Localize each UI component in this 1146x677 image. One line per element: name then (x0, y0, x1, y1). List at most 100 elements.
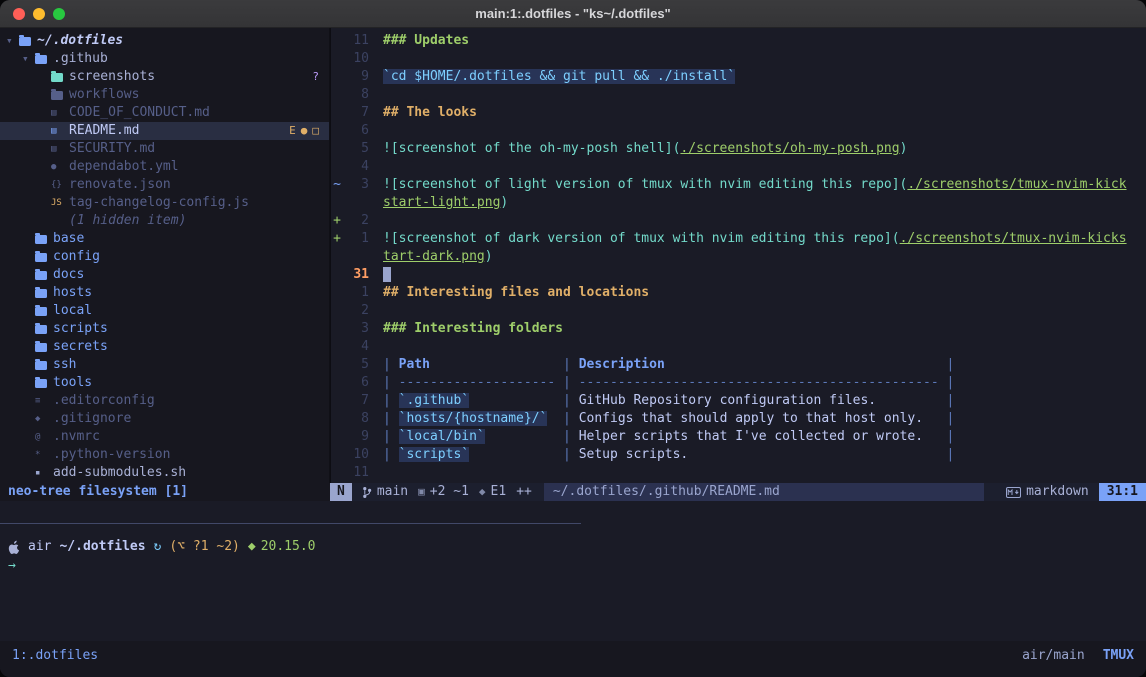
tree-item-github[interactable]: ▾ .github (0, 50, 329, 68)
status-marker: E (289, 122, 296, 140)
tree-item-label: config (53, 248, 100, 266)
line-number: 9 (343, 428, 369, 446)
tree-item-label: add-submodules.sh (53, 464, 186, 482)
editor-line[interactable]: 6 (331, 122, 1146, 140)
gutter-sign: + (331, 230, 343, 248)
editor-line[interactable]: 31 (331, 266, 1146, 284)
editor-line[interactable]: 4 (331, 158, 1146, 176)
text-segment: ![screenshot of light version of tmux wi… (383, 177, 907, 192)
line-text: | `scripts` | Setup scripts. | (383, 446, 954, 464)
tree-item-add-submodules-sh[interactable]: ▪add-submodules.sh (0, 464, 329, 482)
tree-item-label: .github (53, 50, 108, 68)
editor-line[interactable]: tart-dark.png) (331, 248, 1146, 266)
editor-line[interactable]: 7| `.github` | GitHub Repository configu… (331, 392, 1146, 410)
editor-line[interactable]: 2 (331, 302, 1146, 320)
tmux-status-bar: 1:.dotfiles air/main TMUX (0, 641, 1146, 677)
editor-pane[interactable]: 11### Updates109`cd $HOME/.dotfiles && g… (330, 28, 1146, 483)
text-segment: | -------------------- | ---------------… (383, 375, 954, 390)
tree-item-config[interactable]: config (0, 248, 329, 266)
tree-item-gitignore[interactable]: ◆.gitignore (0, 410, 329, 428)
tree-item-hosts[interactable]: hosts (0, 284, 329, 302)
tree-item-label: docs (53, 266, 84, 284)
tmux-window-tab[interactable]: 1:.dotfiles (12, 647, 98, 665)
file-icon: ▤ (51, 104, 69, 122)
tree-item-label: workflows (69, 86, 139, 104)
tree-item-scripts[interactable]: scripts (0, 320, 329, 338)
neo-tree-sidebar: ▾~/.dotfiles▾ .githubscreenshots?workflow… (0, 28, 330, 483)
tree-item-docs[interactable]: docs (0, 266, 329, 284)
expander-icon[interactable]: ▾ (6, 32, 19, 50)
editor-line[interactable]: 10| `scripts` | Setup scripts. | (331, 446, 1146, 464)
diagnostics: ◆ E1 (479, 483, 506, 501)
editor-line[interactable]: 10 (331, 50, 1146, 68)
editor-line[interactable]: 1 ## Interesting files and locations (331, 284, 1146, 302)
minimize-button[interactable] (33, 8, 45, 20)
line-text: ## The looks (383, 104, 477, 122)
text-segment: Helper scripts that I've collected or wr… (579, 429, 923, 444)
tree-item-label: local (53, 302, 92, 320)
tree-item-python-version[interactable]: *.python-version (0, 446, 329, 464)
tree-item-base[interactable]: base (0, 230, 329, 248)
editor-line[interactable]: 8| `hosts/{hostname}/` | Configs that sh… (331, 410, 1146, 428)
editor-line[interactable]: +1![screenshot of dark version of tmux w… (331, 230, 1146, 248)
tree-item-security-md[interactable]: ▤SECURITY.md (0, 140, 329, 158)
editor-line[interactable]: 11 (331, 464, 1146, 482)
tree-item-label: .nvmrc (53, 428, 100, 446)
tree-item-editorconfig[interactable]: ≡.editorconfig (0, 392, 329, 410)
line-text: ![screenshot of dark version of tmux wit… (383, 230, 1127, 248)
text-segment: | (555, 411, 578, 426)
close-button[interactable] (13, 8, 25, 20)
tree-item-secrets[interactable]: secrets (0, 338, 329, 356)
line-text: `cd $HOME/.dotfiles && git pull && ./ins… (383, 68, 735, 86)
text-segment: | (939, 447, 955, 462)
tmux-pane-border[interactable] (0, 523, 581, 524)
text-segment: | (383, 393, 399, 408)
line-number: 3 (343, 320, 369, 338)
text-segment: | (555, 393, 578, 408)
editor-line[interactable]: start-light.png) (331, 194, 1146, 212)
gutter-sign (331, 464, 343, 482)
tree-item-tools[interactable]: tools (0, 374, 329, 392)
tree-item-screenshots[interactable]: screenshots? (0, 68, 329, 86)
tree-item-1-hidden-item[interactable]: (1 hidden item) (0, 212, 329, 230)
line-text: ## Interesting files and locations (383, 284, 649, 302)
tree-item-ssh[interactable]: ssh (0, 356, 329, 374)
gutter-sign (331, 122, 343, 140)
prompt-arrow[interactable]: → (8, 557, 16, 575)
text-segment (485, 429, 555, 444)
editor-line[interactable]: 9| `local/bin` | Helper scripts that I'v… (331, 428, 1146, 446)
tree-item-tag-changelog-config-js[interactable]: JStag-changelog-config.js (0, 194, 329, 212)
shell-prompt[interactable]: air ~/.dotfiles ↻ (⌥ ?1 ~2) ◆ 20.15.0 (8, 538, 315, 556)
text-segment: Path (399, 357, 430, 372)
editor-line[interactable]: 5| Path | Description | (331, 356, 1146, 374)
editor-line[interactable]: 9 `cd $HOME/.dotfiles && git pull && ./in… (331, 68, 1146, 86)
tree-item-workflows[interactable]: workflows (0, 86, 329, 104)
text-segment: | (555, 429, 578, 444)
editor-line[interactable]: 6| -------------------- | --------------… (331, 374, 1146, 392)
line-number: 1 (343, 284, 369, 302)
editor-line[interactable]: 8 (331, 86, 1146, 104)
editor-line[interactable]: 7## The looks (331, 104, 1146, 122)
text-segment: | (939, 429, 955, 444)
tree-item-renovate-json[interactable]: {}renovate.json (0, 176, 329, 194)
tree-item-dependabot-yml[interactable]: ●dependabot.yml (0, 158, 329, 176)
gutter-sign (331, 302, 343, 320)
editor-line[interactable]: ~3![screenshot of light version of tmux … (331, 176, 1146, 194)
line-number: 6 (343, 122, 369, 140)
git-branch: main (362, 483, 408, 501)
window-title: main:1:.dotfiles - "ks~/.dotfiles" (0, 0, 1146, 28)
tree-item-local[interactable]: local (0, 302, 329, 320)
tree-item-readme-md[interactable]: ▤README.mdE●□ (0, 122, 329, 140)
editor-line[interactable]: 11### Updates (331, 32, 1146, 50)
tree-item-nvmrc[interactable]: @.nvmrc (0, 428, 329, 446)
line-number: 5 (343, 140, 369, 158)
expander-icon[interactable]: ▾ (22, 50, 35, 68)
tree-item-code-of-conduct-md[interactable]: ▤CODE_OF_CONDUCT.md (0, 104, 329, 122)
editor-line[interactable]: 3### Interesting folders (331, 320, 1146, 338)
line-number: 9 (343, 68, 369, 86)
editor-line[interactable]: 4 (331, 338, 1146, 356)
editor-line[interactable]: 5![screenshot of the oh-my-posh shell](.… (331, 140, 1146, 158)
editor-line[interactable]: +2 (331, 212, 1146, 230)
zoom-button[interactable] (53, 8, 65, 20)
tree-item-dotfiles[interactable]: ▾~/.dotfiles (0, 32, 329, 50)
